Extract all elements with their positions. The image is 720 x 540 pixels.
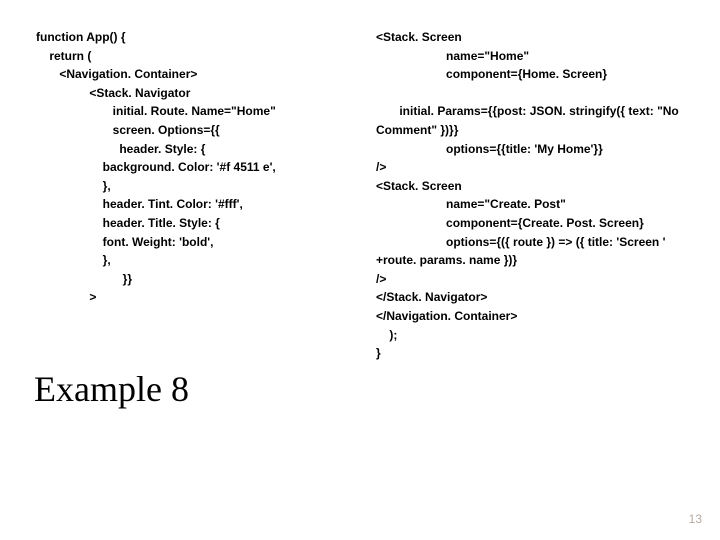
code-column-right: <Stack. Screen name="Home" component={Ho… (376, 28, 696, 363)
slide: function App() { return ( <Navigation. C… (0, 0, 720, 540)
code-column-left: function App() { return ( <Navigation. C… (36, 28, 276, 307)
slide-heading: Example 8 (34, 368, 189, 410)
page-number: 13 (689, 512, 702, 526)
